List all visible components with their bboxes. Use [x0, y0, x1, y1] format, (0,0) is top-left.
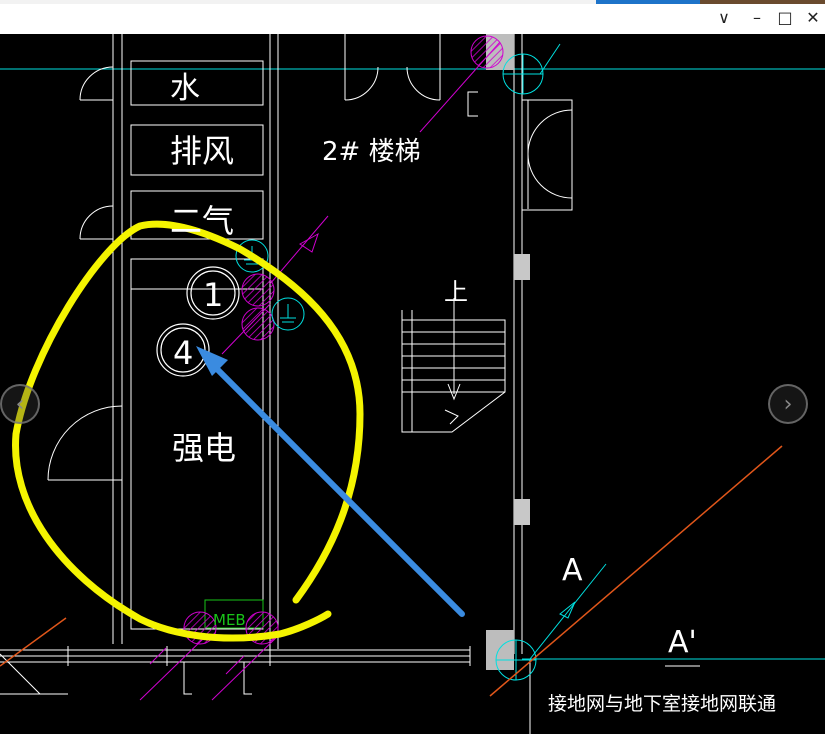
cad-drawing-canvas: 水 排风 二气 2# 楼梯 强电 上 1 4 A A' 接地网与地下室接地网联通…	[0, 34, 825, 734]
room-label-power: 强电	[172, 429, 236, 467]
marker-4-label: 4	[173, 334, 193, 372]
room-label-gas: 二气	[170, 202, 234, 240]
next-image-button[interactable]: ›	[768, 384, 808, 424]
bottom-toolbar	[0, 734, 825, 751]
blue-arrow-annotation	[209, 361, 465, 617]
marker-1-label: 1	[203, 276, 223, 314]
stair-up-label: 上	[444, 278, 468, 306]
room-label-stair: 2# 楼梯	[322, 137, 421, 167]
minimize-button[interactable]: –	[744, 4, 770, 30]
dropdown-icon[interactable]: ∨	[711, 4, 737, 30]
title-bar: ∨ – □ ✕	[0, 0, 825, 34]
cad-drawing: 水 排风 二气 2# 楼梯 强电 上 1 4 A A' 接地网与地下室接地网联通…	[0, 34, 825, 734]
active-tab-indicator[interactable]	[596, 0, 700, 4]
close-button[interactable]: ✕	[800, 4, 825, 30]
chevron-right-icon: ›	[783, 391, 793, 417]
previous-image-button[interactable]: ‹	[0, 384, 40, 424]
section-a-label: A	[562, 553, 583, 588]
maximize-button[interactable]: □	[772, 4, 798, 30]
room-label-exhaust: 排风	[170, 132, 234, 170]
room-label-water: 水	[170, 71, 200, 106]
chevron-left-icon: ‹	[15, 391, 25, 417]
grounding-note: 接地网与地下室接地网联通	[548, 693, 776, 715]
section-a-prime-label: A'	[668, 625, 697, 660]
meb-label: MEB	[213, 611, 246, 629]
